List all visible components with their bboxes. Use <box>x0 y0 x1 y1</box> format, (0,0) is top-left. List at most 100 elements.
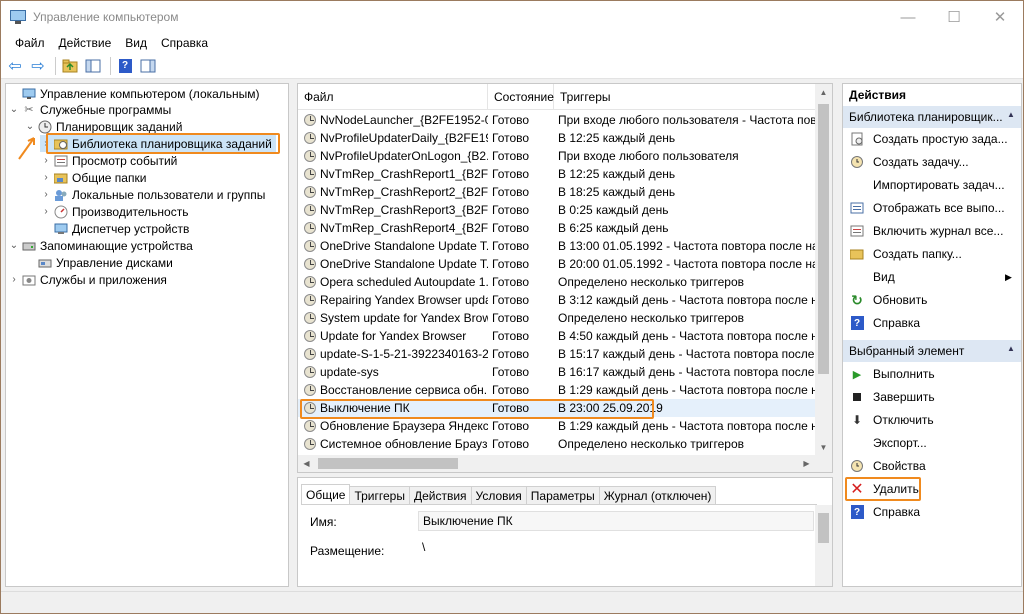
tree-expander[interactable]: › <box>40 189 52 200</box>
tree-item-label: Планировщик заданий <box>56 119 183 134</box>
action-display-running[interactable]: Отображать все выпо... <box>843 197 1021 219</box>
table-row[interactable]: Opera scheduled Autoupdate 1... Готово Опр… <box>298 273 818 291</box>
tab-conditions[interactable]: Условия <box>470 486 527 504</box>
table-row[interactable]: Восстановление сервиса обн... Готово В 1:2… <box>298 381 818 399</box>
action-label: Включить журнал все... <box>873 224 1004 238</box>
action-enable-log[interactable]: Включить журнал все... <box>843 220 1021 242</box>
column-header-status[interactable]: Состояние <box>488 84 554 110</box>
table-row[interactable]: NvTmRep_CrashReport1_{B2FE... Готово В 12:… <box>298 165 818 183</box>
tree-item-computer-management[interactable]: Управление компьютером (локальным) <box>8 85 260 102</box>
up-folder-icon[interactable] <box>60 56 80 76</box>
tree-item-storage[interactable]: ⌄ Запоминающие устройства <box>8 237 193 254</box>
scrollbar-thumb[interactable] <box>318 458 458 469</box>
users-icon <box>54 188 68 202</box>
tree-item-device-manager[interactable]: Диспетчер устройств <box>40 220 189 237</box>
forward-arrow-icon[interactable]: ⇨ <box>28 56 48 76</box>
table-row[interactable]: Repairing Yandex Browser upda... Готово В … <box>298 291 818 309</box>
highlight-frame <box>300 399 654 419</box>
back-arrow-icon[interactable]: ⇦ <box>5 56 25 76</box>
collapse-up-icon[interactable]: ▲ <box>1007 344 1015 353</box>
tab-settings[interactable]: Параметры <box>525 486 600 504</box>
show-hide-tree-icon[interactable] <box>83 56 103 76</box>
action-help-selected[interactable]: ? Справка <box>843 501 1021 523</box>
vertical-scrollbar[interactable]: ▲ ▼ <box>815 84 832 456</box>
name-field[interactable]: Выключение ПК <box>418 511 814 531</box>
properties-scrollbar[interactable] <box>815 505 832 586</box>
menu-help[interactable]: Справка <box>154 36 215 50</box>
action-export[interactable]: Экспорт... <box>843 432 1021 454</box>
tab-triggers[interactable]: Триггеры <box>349 486 410 504</box>
tree-expander[interactable]: › <box>8 274 20 285</box>
tree-item-performance[interactable]: › Производительность <box>40 203 188 220</box>
table-row[interactable]: Update for Yandex Browser Готово В 4:50 ка… <box>298 327 818 345</box>
table-row[interactable]: Системное обновление Брауз... Готово Опред… <box>298 435 818 453</box>
action-view[interactable]: Вид ▶ <box>843 266 1021 288</box>
scrollbar-thumb[interactable] <box>818 513 829 543</box>
table-row[interactable]: NvTmRep_CrashReport4_{B2FE... Готово В 6:2… <box>298 219 818 237</box>
tab-history[interactable]: Журнал (отключен) <box>598 486 717 504</box>
collapse-up-icon[interactable]: ▲ <box>1007 110 1015 119</box>
menu-action[interactable]: Действие <box>52 36 119 50</box>
tree-item-local-users[interactable]: › Локальные пользователи и группы <box>40 186 265 203</box>
scrollbar-thumb[interactable] <box>818 104 829 374</box>
tree-item-services-apps[interactable]: › Службы и приложения <box>8 271 167 288</box>
table-row[interactable]: NvNodeLauncher_{B2FE1952-0... Готово При в… <box>298 111 818 129</box>
table-row[interactable]: OneDrive Standalone Update T... Готово В 2… <box>298 255 818 273</box>
action-properties[interactable]: Свойства <box>843 455 1021 477</box>
task-clock-icon <box>304 384 316 396</box>
action-import-task[interactable]: Импортировать задач... <box>843 174 1021 196</box>
help-icon[interactable]: ? <box>115 56 135 76</box>
toolbar-separator <box>55 56 56 75</box>
task-status-cell: Готово <box>492 113 530 127</box>
action-end[interactable]: Завершить <box>843 386 1021 408</box>
action-run[interactable]: ▶ Выполнить <box>843 363 1021 385</box>
tree-item-label: Общие папки <box>72 170 147 185</box>
task-trigger-cell: При входе любого пользователя - Частота … <box>558 113 816 127</box>
close-button[interactable]: ✕ <box>977 1 1023 33</box>
action-create-task[interactable]: Создать задачу... <box>843 151 1021 173</box>
table-row[interactable]: NvProfileUpdaterOnLogon_{B2... Готово При … <box>298 147 818 165</box>
minimize-button[interactable]: — <box>885 1 931 33</box>
task-status-cell: Готово <box>492 185 530 199</box>
tree-item-disk-management[interactable]: Управление дисками <box>24 254 173 271</box>
table-row[interactable]: System update for Yandex Brow... Готово Оп… <box>298 309 818 327</box>
scroll-up-icon[interactable]: ▲ <box>815 84 832 101</box>
action-help[interactable]: ? Справка <box>843 312 1021 334</box>
column-header-triggers[interactable]: Триггеры <box>554 84 816 110</box>
highlight-frame <box>46 133 280 154</box>
scroll-right-icon[interactable]: ▶ <box>798 455 815 472</box>
table-row[interactable]: update-sys Готово В 16:17 каждый день - Ча… <box>298 363 818 381</box>
tree-expander[interactable]: ⌄ <box>24 121 36 132</box>
maximize-button[interactable]: ☐ <box>931 1 977 33</box>
tree-item-system-tools[interactable]: ⌄ ✂ Служебные программы <box>8 101 171 118</box>
actions-section-selected[interactable]: Выбранный элемент <box>843 340 1021 362</box>
column-header-file[interactable]: Файл <box>298 84 488 110</box>
tree-expander[interactable]: › <box>40 206 52 217</box>
table-row[interactable]: NvProfileUpdaterDaily_{B2FE19... Готово В … <box>298 129 818 147</box>
tree-expander[interactable]: ⌄ <box>8 240 20 251</box>
menu-file[interactable]: Файл <box>8 36 52 50</box>
action-refresh[interactable]: ↻ Обновить <box>843 289 1021 311</box>
action-new-folder[interactable]: Создать папку... <box>843 243 1021 265</box>
table-row[interactable]: NvTmRep_CrashReport2_{B2FE... Готово В 18:… <box>298 183 818 201</box>
actions-section-library[interactable]: Библиотека планировщик... <box>843 106 1021 128</box>
table-row[interactable]: OneDrive Standalone Update T... Готово В 1… <box>298 237 818 255</box>
tree-item-event-viewer[interactable]: › Просмотр событий <box>40 152 177 169</box>
tree-item-shared-folders[interactable]: › Общие папки <box>40 169 146 186</box>
blank-icon <box>849 435 865 451</box>
scroll-down-icon[interactable]: ▼ <box>815 439 832 456</box>
action-label: Вид <box>873 270 895 284</box>
horizontal-scrollbar[interactable]: ◀ ▶ <box>298 455 832 472</box>
tree-expander[interactable]: › <box>40 172 52 183</box>
table-row[interactable]: Обновление Браузера Яндекс Готово В 1:29 к… <box>298 417 818 435</box>
tab-general[interactable]: Общие <box>301 484 351 504</box>
action-create-basic-task[interactable]: Создать простую зада... <box>843 128 1021 150</box>
table-row[interactable]: NvTmRep_CrashReport3_{B2FE... Готово В 0:2… <box>298 201 818 219</box>
menu-view[interactable]: Вид <box>118 36 154 50</box>
show-hide-action-pane-icon[interactable] <box>138 56 158 76</box>
tab-actions[interactable]: Действия <box>408 486 472 504</box>
action-disable[interactable]: ⬇ Отключить <box>843 409 1021 431</box>
scroll-left-icon[interactable]: ◀ <box>298 455 315 472</box>
table-row[interactable]: update-S-1-5-21-3922340163-2... Готово В 1… <box>298 345 818 363</box>
tree-expander[interactable]: ⌄ <box>8 104 20 115</box>
